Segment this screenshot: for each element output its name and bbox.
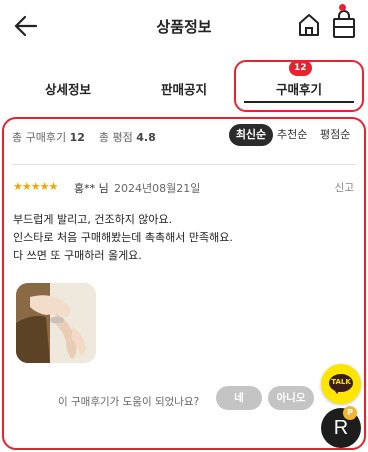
- total-review-count: 12: [69, 131, 85, 144]
- shopping-bag-icon[interactable]: [330, 8, 358, 40]
- home-icon[interactable]: [295, 11, 323, 39]
- total-review-label: 총 구매후기: [12, 131, 67, 144]
- tab-bar: 상세정보 판매공지 12 구매후기: [0, 60, 368, 112]
- sort-latest-button[interactable]: 최신순: [229, 124, 273, 146]
- helpful-no-button[interactable]: 아니오: [268, 386, 314, 410]
- tab-detail-info[interactable]: 상세정보: [8, 60, 128, 110]
- active-tab-underline: [244, 101, 354, 103]
- cart-notification-dot: [339, 4, 346, 11]
- tab-reviews[interactable]: 12 구매후기: [234, 60, 364, 112]
- review-line: 다 쓰면 또 구매하러 올게요.: [13, 249, 142, 262]
- point-coin-icon: P: [343, 406, 357, 420]
- star-rating: ★★★★★: [13, 180, 58, 193]
- review-count-badge: 12: [289, 60, 312, 76]
- helpful-yes-button[interactable]: 네: [216, 386, 262, 410]
- chat-bubble-tail: [333, 388, 341, 394]
- review-photo[interactable]: [16, 283, 96, 363]
- kakao-talk-label: TALK: [331, 378, 351, 386]
- reviewer-name: 홍** 님: [74, 182, 109, 195]
- sort-recommended-button[interactable]: 추천순: [277, 124, 307, 146]
- review-date: 2024년08월21일: [114, 182, 201, 195]
- sort-rating-button[interactable]: 평점순: [320, 124, 350, 146]
- tab-label: 구매후기: [275, 82, 322, 97]
- review-summary: 총 구매후기 12 총 평점 4.8: [12, 129, 156, 145]
- review-line: 부드럽게 발리고, 건조하지 않아요.: [13, 213, 173, 226]
- divider: [12, 164, 356, 165]
- header: 상품정보: [0, 0, 368, 52]
- helpful-question: 이 구매후기가 도움이 되었나요?: [58, 396, 200, 408]
- average-rating-label: 총 평점: [98, 131, 133, 144]
- tab-label: 판매공지: [160, 82, 207, 97]
- report-link[interactable]: 신고: [335, 180, 354, 195]
- tab-sales-notice[interactable]: 판매공지: [124, 60, 244, 110]
- review-text: 부드럽게 발리고, 건조하지 않아요. 인스타로 처음 구매해봤는데 촉촉해서 …: [13, 211, 353, 265]
- review-panel: 총 구매후기 12 총 평점 4.8 최신순 추천순 평점순 ★★★★★ 홍**…: [2, 117, 366, 450]
- tab-label: 상세정보: [44, 82, 91, 97]
- kakao-talk-button[interactable]: TALK: [321, 364, 361, 404]
- average-rating-value: 4.8: [136, 131, 156, 144]
- review-line: 인스타로 처음 구매해봤는데 촉촉해서 만족해요.: [13, 231, 233, 244]
